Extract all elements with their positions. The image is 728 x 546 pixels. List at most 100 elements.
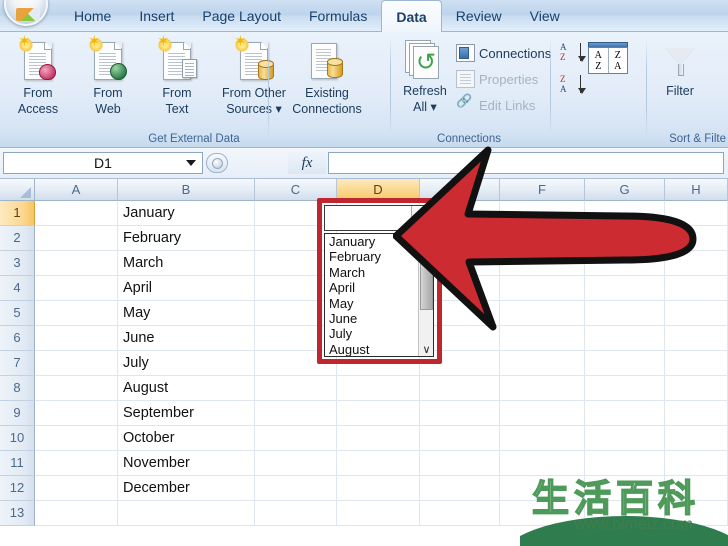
cell-F8[interactable] bbox=[500, 376, 585, 400]
cell-G12[interactable] bbox=[585, 476, 665, 500]
cell-F9[interactable] bbox=[500, 401, 585, 425]
chevron-down-icon[interactable] bbox=[186, 160, 196, 166]
edit-links-button[interactable]: Edit Links bbox=[456, 94, 535, 116]
sort-dialog-button[interactable]: A Z Z A Sort bbox=[588, 38, 644, 74]
cell-G7[interactable] bbox=[585, 351, 665, 375]
row-header-5[interactable]: 5 bbox=[0, 301, 35, 326]
cell-A13[interactable] bbox=[35, 501, 118, 525]
cell-E12[interactable] bbox=[420, 476, 500, 500]
cell-A5[interactable] bbox=[35, 301, 118, 325]
cell-A12[interactable] bbox=[35, 476, 118, 500]
connections-button[interactable]: Connections bbox=[456, 42, 551, 64]
cell-H8[interactable] bbox=[665, 376, 728, 400]
cell-H13[interactable] bbox=[665, 501, 728, 525]
tab-home[interactable]: Home bbox=[60, 0, 125, 32]
cell-C9[interactable] bbox=[255, 401, 337, 425]
cell-A7[interactable] bbox=[35, 351, 118, 375]
cell-D9[interactable] bbox=[337, 401, 420, 425]
tab-data[interactable]: Data bbox=[381, 0, 442, 33]
column-header-b[interactable]: B bbox=[118, 179, 255, 201]
row-header-4[interactable]: 4 bbox=[0, 276, 35, 301]
cell-B8[interactable]: August bbox=[118, 376, 255, 400]
row-header-7[interactable]: 7 bbox=[0, 351, 35, 376]
cell-B11[interactable]: November bbox=[118, 451, 255, 475]
tab-review[interactable]: Review bbox=[442, 0, 516, 32]
row-header-8[interactable]: 8 bbox=[0, 376, 35, 401]
cell-B6[interactable]: June bbox=[118, 326, 255, 350]
row-header-2[interactable]: 2 bbox=[0, 226, 35, 251]
cell-C13[interactable] bbox=[255, 501, 337, 525]
cell-A4[interactable] bbox=[35, 276, 118, 300]
cell-B4[interactable]: April bbox=[118, 276, 255, 300]
cell-H10[interactable] bbox=[665, 426, 728, 450]
cell-F13[interactable] bbox=[500, 501, 585, 525]
cell-B7[interactable]: July bbox=[118, 351, 255, 375]
cell-D10[interactable] bbox=[337, 426, 420, 450]
cell-A6[interactable] bbox=[35, 326, 118, 350]
cell-G11[interactable] bbox=[585, 451, 665, 475]
row-header-13[interactable]: 13 bbox=[0, 501, 35, 526]
cell-B10[interactable]: October bbox=[118, 426, 255, 450]
cell-F12[interactable] bbox=[500, 476, 585, 500]
cell-G9[interactable] bbox=[585, 401, 665, 425]
cell-B12[interactable]: December bbox=[118, 476, 255, 500]
cell-A11[interactable] bbox=[35, 451, 118, 475]
cell-B1[interactable]: January bbox=[118, 201, 255, 225]
tab-view[interactable]: View bbox=[516, 0, 574, 32]
sort-descending-button[interactable]: Z A bbox=[558, 74, 586, 98]
row-header-11[interactable]: 11 bbox=[0, 451, 35, 476]
sort-ascending-button[interactable]: A Z bbox=[558, 42, 586, 66]
cell-G8[interactable] bbox=[585, 376, 665, 400]
tab-page-layout[interactable]: Page Layout bbox=[188, 0, 295, 32]
cell-G13[interactable] bbox=[585, 501, 665, 525]
cell-A2[interactable] bbox=[35, 226, 118, 250]
cell-D8[interactable] bbox=[337, 376, 420, 400]
cell-F7[interactable] bbox=[500, 351, 585, 375]
cell-A8[interactable] bbox=[35, 376, 118, 400]
cell-F10[interactable] bbox=[500, 426, 585, 450]
cell-C12[interactable] bbox=[255, 476, 337, 500]
filter-button[interactable]: Filter bbox=[652, 38, 708, 98]
cell-A1[interactable] bbox=[35, 201, 118, 225]
properties-button[interactable]: Properties bbox=[456, 68, 538, 90]
name-box[interactable]: D1 bbox=[3, 152, 203, 174]
row-header-3[interactable]: 3 bbox=[0, 251, 35, 276]
office-button[interactable] bbox=[4, 0, 48, 26]
from-access-button[interactable]: From Access bbox=[4, 34, 72, 116]
cell-A10[interactable] bbox=[35, 426, 118, 450]
row-header-10[interactable]: 10 bbox=[0, 426, 35, 451]
cell-C8[interactable] bbox=[255, 376, 337, 400]
cell-B9[interactable]: September bbox=[118, 401, 255, 425]
formula-bar-expand-handle[interactable] bbox=[206, 153, 228, 173]
cell-C10[interactable] bbox=[255, 426, 337, 450]
tab-insert[interactable]: Insert bbox=[125, 0, 188, 32]
cell-E9[interactable] bbox=[420, 401, 500, 425]
cell-D12[interactable] bbox=[337, 476, 420, 500]
tab-formulas[interactable]: Formulas bbox=[295, 0, 381, 32]
cell-F11[interactable] bbox=[500, 451, 585, 475]
cell-E8[interactable] bbox=[420, 376, 500, 400]
from-web-button[interactable]: From Web bbox=[74, 34, 142, 116]
cell-G10[interactable] bbox=[585, 426, 665, 450]
column-header-a[interactable]: A bbox=[35, 179, 118, 201]
cell-B2[interactable]: February bbox=[118, 226, 255, 250]
cell-D13[interactable] bbox=[337, 501, 420, 525]
cell-E13[interactable] bbox=[420, 501, 500, 525]
existing-connections-button[interactable]: Existing Connections bbox=[268, 38, 386, 116]
row-header-1[interactable]: 1 bbox=[0, 201, 35, 226]
cell-E10[interactable] bbox=[420, 426, 500, 450]
insert-function-icon[interactable]: fx bbox=[288, 152, 326, 174]
cell-A3[interactable] bbox=[35, 251, 118, 275]
cell-B5[interactable]: May bbox=[118, 301, 255, 325]
cell-H11[interactable] bbox=[665, 451, 728, 475]
cell-H9[interactable] bbox=[665, 401, 728, 425]
row-header-12[interactable]: 12 bbox=[0, 476, 35, 501]
cell-A9[interactable] bbox=[35, 401, 118, 425]
cell-D11[interactable] bbox=[337, 451, 420, 475]
row-header-6[interactable]: 6 bbox=[0, 326, 35, 351]
cell-E11[interactable] bbox=[420, 451, 500, 475]
cell-B3[interactable]: March bbox=[118, 251, 255, 275]
refresh-all-button[interactable]: ↺ Refresh All ▾ bbox=[394, 38, 456, 114]
cell-C11[interactable] bbox=[255, 451, 337, 475]
row-header-9[interactable]: 9 bbox=[0, 401, 35, 426]
